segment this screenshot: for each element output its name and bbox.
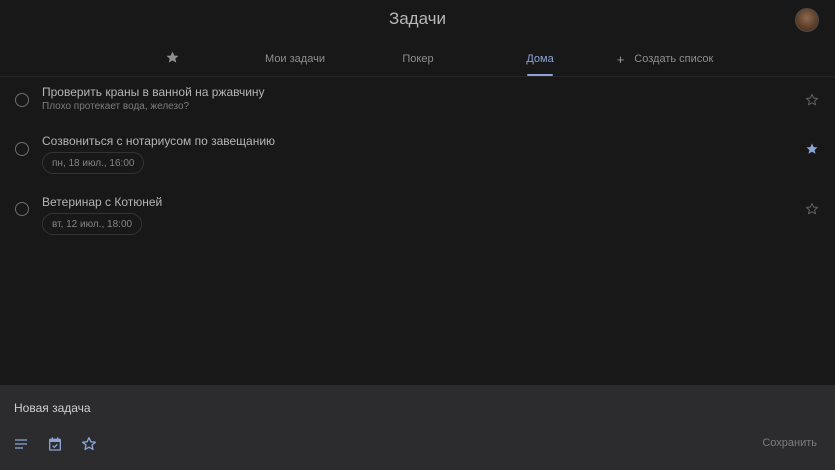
task-notes: Плохо протекает вода, железо? xyxy=(42,101,190,112)
list-tabs: Мои задачи Покер Дома + Создать список xyxy=(0,44,835,76)
task-item[interactable]: Проверить краны в ванной на ржавчину Пло… xyxy=(0,84,835,120)
task-item[interactable]: Созвониться с нотариусом по завещанию пн… xyxy=(0,133,835,175)
plus-icon: + xyxy=(616,51,625,67)
star-outline-icon xyxy=(805,202,819,216)
star-outline-icon xyxy=(805,93,819,107)
add-details-button[interactable] xyxy=(13,436,29,452)
calendar-icon xyxy=(47,436,63,452)
add-date-button[interactable] xyxy=(47,436,63,452)
due-date-chip[interactable]: вт, 12 июл., 18:00 xyxy=(42,213,143,235)
tab-home[interactable]: Дома xyxy=(515,44,565,74)
tab-label: Покер xyxy=(402,53,434,65)
star-filled-icon xyxy=(165,50,180,68)
task-title[interactable]: Ветеринар с Котюней xyxy=(42,195,162,209)
star-toggle[interactable] xyxy=(805,202,819,216)
tab-label: Дома xyxy=(526,53,554,65)
task-title[interactable]: Проверить краны в ванной на ржавчину xyxy=(42,85,265,99)
add-star-button[interactable] xyxy=(81,436,97,452)
app-title: Задачи xyxy=(388,9,447,28)
tab-my-tasks[interactable]: Мои задачи xyxy=(250,44,340,74)
new-task-composer: Сохранить xyxy=(0,385,835,470)
complete-checkbox[interactable] xyxy=(15,142,29,156)
tab-label: Мои задачи xyxy=(265,53,325,65)
save-button[interactable]: Сохранить xyxy=(762,437,817,449)
star-toggle[interactable] xyxy=(805,142,819,156)
new-task-input[interactable] xyxy=(14,399,614,417)
tab-poker[interactable]: Покер xyxy=(388,44,448,74)
complete-checkbox[interactable] xyxy=(15,93,29,107)
create-list-label: Создать список xyxy=(634,53,714,65)
due-date-chip[interactable]: пн, 18 июл., 16:00 xyxy=(42,152,145,174)
account-avatar[interactable] xyxy=(795,8,819,32)
create-list-button[interactable]: + Создать список xyxy=(610,44,720,74)
active-tab-indicator xyxy=(527,74,553,76)
tab-starred[interactable] xyxy=(160,44,184,74)
star-toggle[interactable] xyxy=(805,93,819,107)
details-icon xyxy=(13,436,29,452)
task-item[interactable]: Ветеринар с Котюней вт, 12 июл., 18:00 xyxy=(0,194,835,236)
star-outline-icon xyxy=(81,436,97,452)
complete-checkbox[interactable] xyxy=(15,202,29,216)
app-header: Задачи Мои задачи Покер Дома + Создать с… xyxy=(0,0,835,77)
star-filled-icon xyxy=(805,142,819,156)
task-title[interactable]: Созвониться с нотариусом по завещанию xyxy=(42,134,275,148)
